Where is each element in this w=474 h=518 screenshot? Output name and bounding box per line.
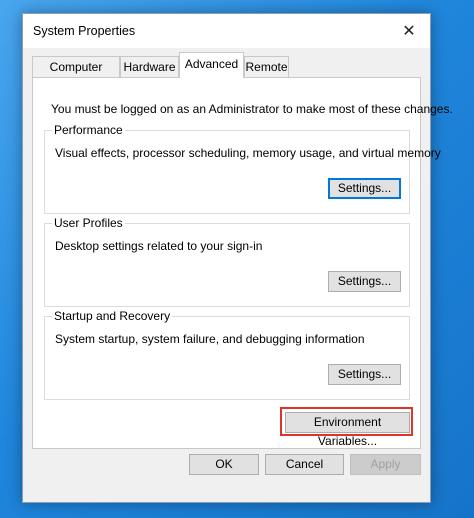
- performance-group: Performance Visual effects, processor sc…: [44, 123, 441, 214]
- performance-settings-button[interactable]: Settings...: [328, 178, 401, 199]
- tab-computer-name[interactable]: Computer Name: [32, 56, 120, 94]
- tab-remote[interactable]: Remote: [244, 56, 289, 77]
- environment-variables-button[interactable]: Environment Variables...: [285, 412, 410, 448]
- tab-advanced[interactable]: Advanced: [179, 52, 244, 78]
- tab-label: Hardware: [123, 60, 176, 74]
- performance-description: Visual effects, processor scheduling, me…: [55, 146, 441, 160]
- startup-recovery-settings-button[interactable]: Settings...: [328, 364, 401, 385]
- cancel-button[interactable]: Cancel: [265, 454, 344, 475]
- tab-label: Advanced: [184, 57, 239, 71]
- tab-hardware[interactable]: Hardware: [120, 56, 179, 77]
- startup-recovery-group: Startup and Recovery System startup, sys…: [44, 309, 410, 400]
- user-profiles-description: Desktop settings related to your sign-in: [55, 239, 263, 253]
- close-icon: ✕: [402, 23, 416, 40]
- advanced-tab-panel: You must be logged on as an Administrato…: [32, 77, 453, 449]
- apply-button[interactable]: Apply: [350, 454, 421, 475]
- startup-recovery-legend: Startup and Recovery: [52, 309, 173, 323]
- user-profiles-group: User Profiles Desktop settings related t…: [44, 216, 410, 307]
- user-profiles-settings-button[interactable]: Settings...: [328, 271, 401, 292]
- tab-label: Remote: [245, 60, 288, 74]
- performance-legend: Performance: [52, 123, 125, 137]
- system-properties-dialog: System Properties ✕ Computer Name Hardwa…: [22, 13, 453, 503]
- startup-recovery-description: System startup, system failure, and debu…: [55, 332, 365, 346]
- ok-button[interactable]: OK: [189, 454, 259, 475]
- close-button[interactable]: ✕: [388, 14, 430, 48]
- user-profiles-legend: User Profiles: [52, 216, 125, 230]
- administrator-notice: You must be logged on as an Administrato…: [51, 102, 453, 116]
- window-title: System Properties: [33, 24, 136, 38]
- title-bar[interactable]: System Properties ✕: [23, 14, 430, 48]
